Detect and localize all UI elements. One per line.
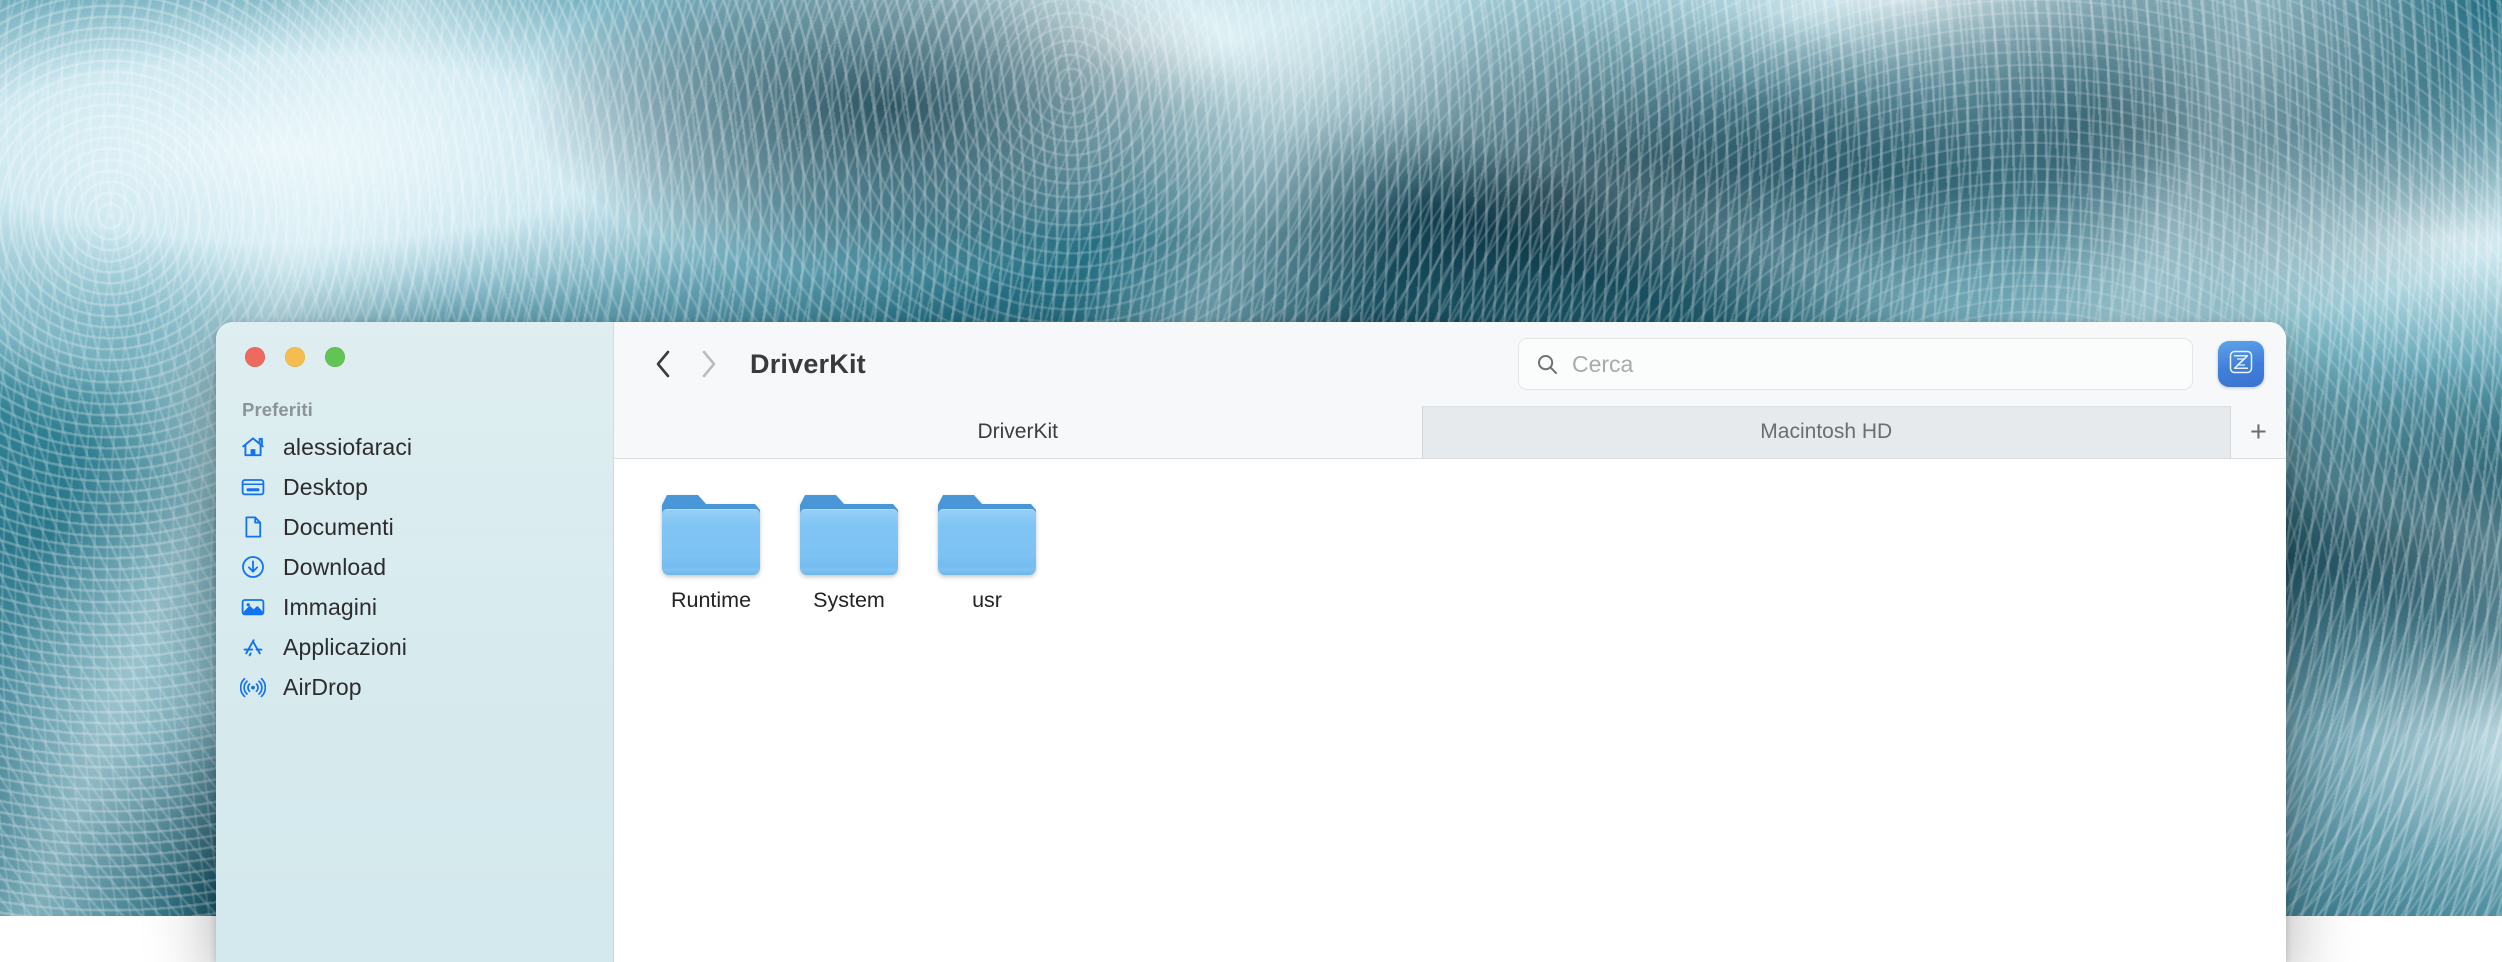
app-icon-button[interactable] [2218,341,2264,387]
file-item-runtime[interactable]: Runtime [642,495,780,613]
search-icon [1535,352,1559,376]
sidebar-item-label: alessiofaraci [283,434,412,461]
desktop-icon [240,474,266,500]
forward-button[interactable] [686,342,730,386]
sidebar-item-download[interactable]: Download [226,547,603,587]
applications-icon [240,634,266,660]
maximize-button[interactable] [325,347,345,367]
sidebar-item-label: AirDrop [283,674,362,701]
finder-window: Preferiti alessiofaraci [216,322,2286,962]
tab-driverkit[interactable]: DriverKit [614,406,1422,458]
folder-icon [938,495,1036,575]
icon-grid: Runtime System usr [614,487,2286,621]
tab-macintosh-hd[interactable]: Macintosh HD [1422,406,2232,458]
file-item-label: Runtime [671,588,751,613]
nested-square-z-icon [2225,346,2257,383]
home-icon [240,434,266,460]
sidebar-item-desktop[interactable]: Desktop [226,467,603,507]
close-button[interactable] [245,347,265,367]
minimize-button[interactable] [285,347,305,367]
file-item-label: usr [972,588,1002,613]
folder-icon [800,495,898,575]
document-icon [240,514,266,540]
file-content-area[interactable]: Runtime System usr [614,459,2286,962]
sidebar-section-title: Preferiti [242,399,613,421]
file-item-label: System [813,588,885,613]
sidebar-item-label: Applicazioni [283,634,407,661]
sidebar-item-documenti[interactable]: Documenti [226,507,603,547]
search-input[interactable]: Cerca [1518,338,2193,390]
sidebar-list: alessiofaraci Desktop [216,427,613,707]
sidebar-item-airdrop[interactable]: AirDrop [226,667,603,707]
sidebar-item-alessiofaraci[interactable]: alessiofaraci [226,427,603,467]
tab-bar: DriverKit Macintosh HD + [614,406,2286,459]
sidebar: Preferiti alessiofaraci [216,322,614,962]
folder-icon [662,495,760,575]
airdrop-icon [240,674,266,700]
back-button[interactable] [642,342,686,386]
sidebar-item-applicazioni[interactable]: Applicazioni [226,627,603,667]
download-icon [240,554,266,580]
main-pane: DriverKit Cerca [614,322,2286,962]
sidebar-item-label: Documenti [283,514,394,541]
photos-icon [240,594,266,620]
window-traffic-lights [216,322,613,367]
file-item-system[interactable]: System [780,495,918,613]
toolbar: DriverKit Cerca [614,322,2286,406]
search-placeholder-text: Cerca [1572,351,1633,378]
sidebar-item-label: Desktop [283,474,368,501]
sidebar-item-immagini[interactable]: Immagini [226,587,603,627]
sidebar-item-label: Download [283,554,386,581]
sidebar-item-label: Immagini [283,594,377,621]
file-item-usr[interactable]: usr [918,495,1056,613]
page-title: DriverKit [750,349,866,380]
new-tab-button[interactable]: + [2231,406,2286,458]
